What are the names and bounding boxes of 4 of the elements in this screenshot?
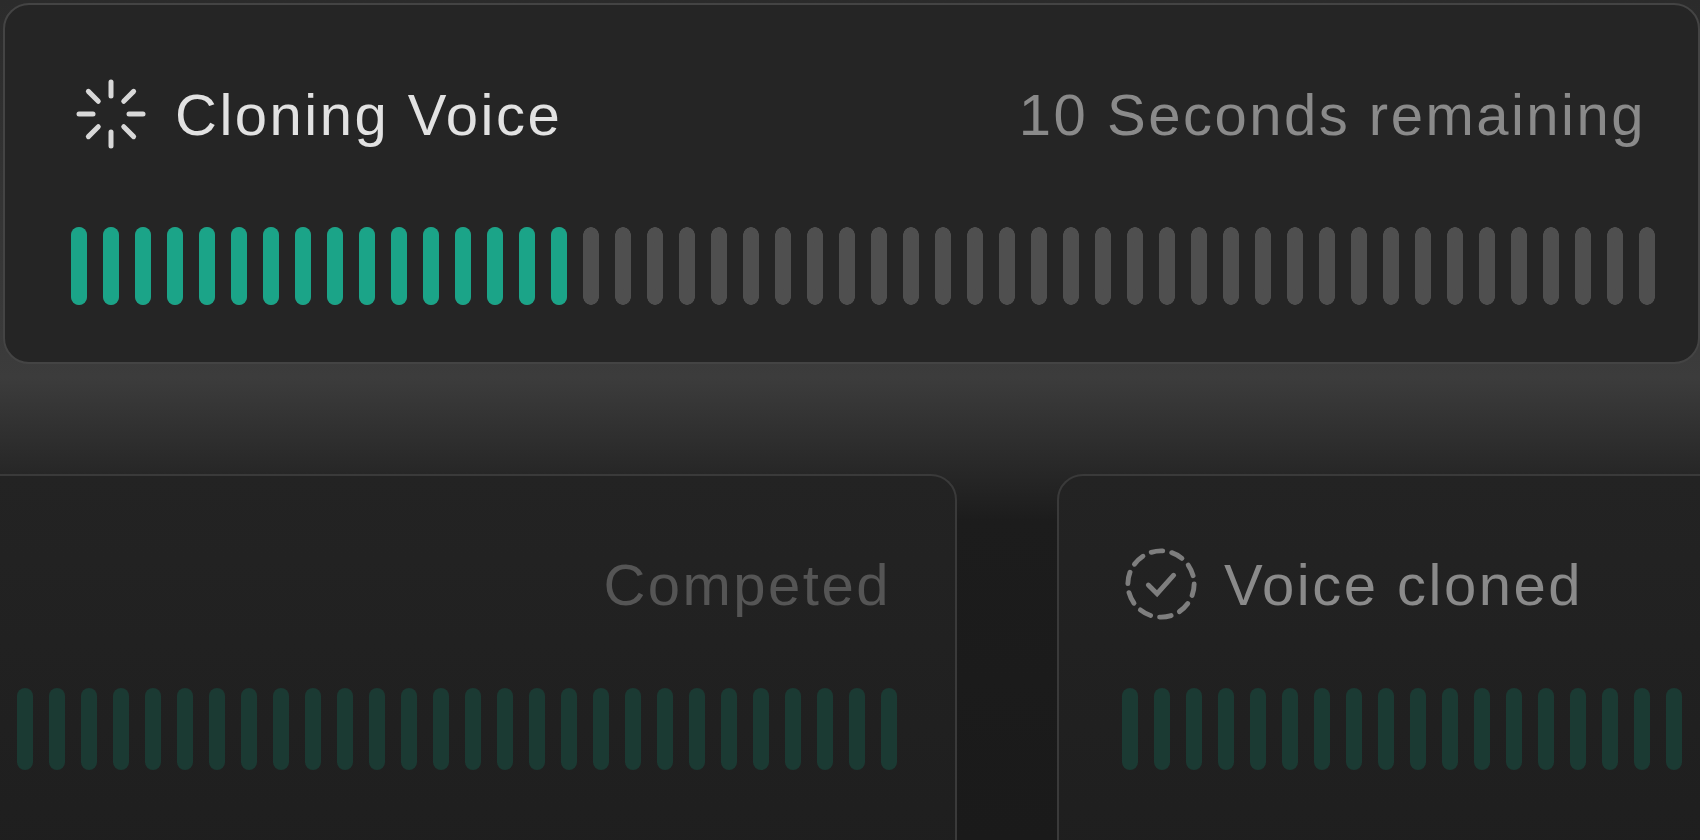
card-title: Cloning Voice — [175, 80, 563, 148]
card-title: Voice cloned — [1224, 550, 1583, 618]
status-text: 10 Seconds remaining — [1018, 80, 1646, 148]
dashed-check-icon — [1122, 545, 1200, 623]
